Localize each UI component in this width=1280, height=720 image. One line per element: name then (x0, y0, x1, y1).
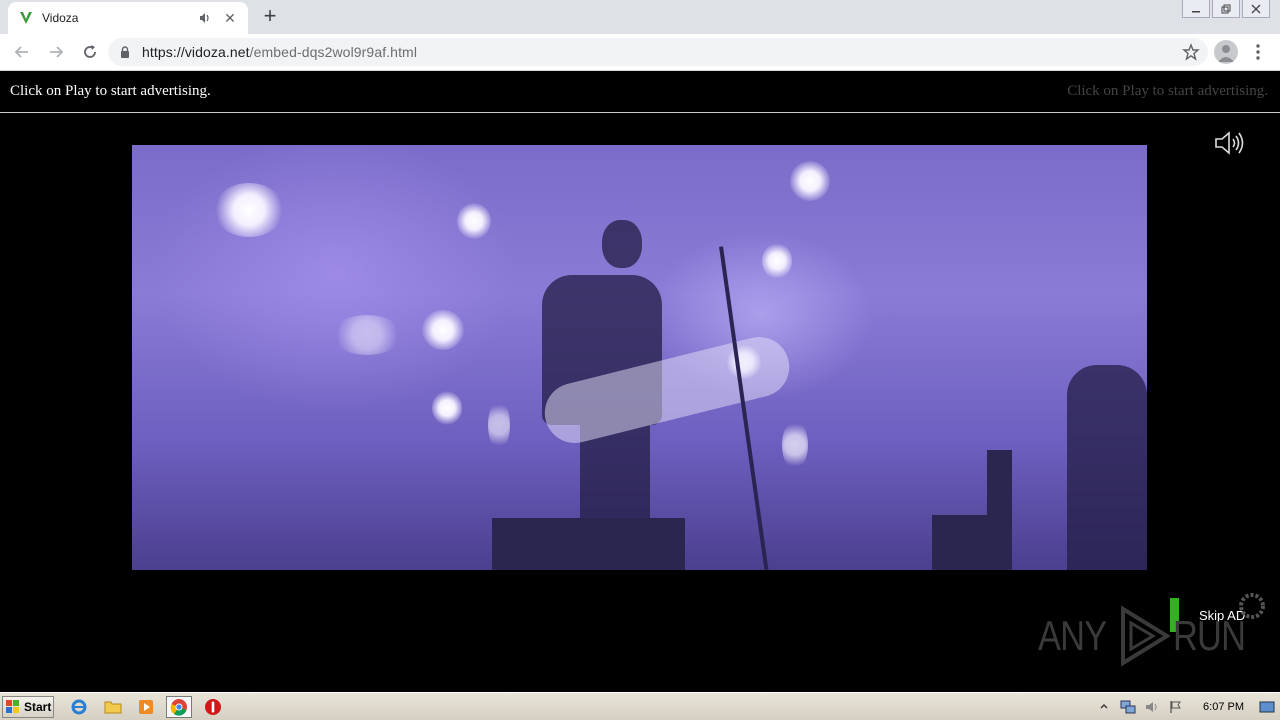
ad-bar: Click on Play to start advertising. Clic… (0, 72, 1280, 113)
browser-toolbar: https://vidoza.net/embed-dqs2wol9r9af.ht… (0, 34, 1280, 71)
close-window-button[interactable] (1242, 0, 1270, 18)
media-player-icon (139, 700, 153, 714)
close-icon (1251, 4, 1261, 13)
restore-icon (1221, 4, 1231, 13)
stage-light (488, 400, 510, 450)
ad-message-right: Click on Play to start advertising. (1067, 83, 1268, 99)
ad-message-left: Click on Play to start advertising. (10, 83, 211, 99)
performer-silhouette (602, 220, 642, 268)
chrome-taskbar-button[interactable] (166, 696, 192, 718)
url-text: https://vidoza.net/embed-dqs2wol9r9af.ht… (142, 44, 417, 60)
person-icon (1218, 45, 1234, 62)
opera-taskbar-button[interactable] (200, 696, 226, 718)
tab-audio-icon[interactable] (198, 11, 212, 25)
watermark-right: RUN (1173, 612, 1246, 659)
reload-button[interactable] (74, 36, 106, 68)
stage-light (457, 203, 491, 239)
windows-logo-icon (6, 700, 19, 713)
explorer-taskbar-button[interactable] (100, 696, 126, 718)
lock-icon (121, 46, 129, 58)
clock[interactable]: 6:07 PM (1203, 701, 1244, 713)
arrow-right-icon (50, 46, 64, 58)
internet-explorer-icon (71, 699, 87, 715)
volume-icon[interactable] (1214, 130, 1246, 156)
folder-icon (104, 701, 122, 714)
restore-button[interactable] (1212, 0, 1240, 18)
network-icon[interactable] (1119, 698, 1137, 716)
stop-icon (205, 699, 221, 715)
performer-silhouette (1067, 365, 1147, 570)
performer-silhouette (580, 425, 650, 525)
action-center-flag-icon[interactable] (1167, 698, 1185, 716)
ie-taskbar-button[interactable] (66, 696, 92, 718)
mic-stand (719, 246, 769, 570)
vidoza-favicon-icon (20, 12, 32, 24)
chrome-icon (170, 699, 187, 716)
stage-light (332, 315, 402, 355)
stage-light (782, 420, 808, 470)
taskbar: Start 6:07 PM (0, 692, 1280, 720)
new-tab-button[interactable]: + (258, 5, 282, 28)
forward-button[interactable] (40, 36, 72, 68)
show-hidden-icons-icon[interactable] (1095, 698, 1113, 716)
bookmark-star-icon[interactable] (1182, 43, 1200, 61)
stage-speaker (932, 515, 1002, 570)
watermark-left: ANY (1038, 612, 1107, 659)
tab-close-icon[interactable]: ✕ (222, 10, 238, 26)
stage-light (790, 161, 830, 201)
back-button[interactable] (6, 36, 38, 68)
menu-dots-icon[interactable] (1250, 42, 1266, 62)
tab-title: Vidoza (42, 11, 79, 25)
stage-monitor (492, 518, 685, 570)
stage-light (432, 391, 462, 425)
media-player-taskbar-button[interactable] (133, 696, 159, 718)
minimize-button[interactable] (1182, 0, 1210, 18)
window-controls (1180, 0, 1270, 18)
speaker-icon[interactable] (1143, 698, 1161, 716)
stage-light (422, 310, 464, 350)
page-content: Click on Play to start advertising. Clic… (0, 72, 1280, 692)
profile-avatar[interactable] (1214, 40, 1238, 64)
stage-light (762, 243, 792, 279)
start-button[interactable]: Start (2, 696, 54, 718)
url-path: /embed-dqs2wol9r9af.html (249, 44, 418, 60)
start-label: Start (24, 700, 52, 714)
browser-tab[interactable]: Vidoza ✕ (8, 2, 248, 34)
url-host: https://vidoza.net (142, 44, 250, 60)
video-player[interactable] (132, 145, 1147, 570)
arrow-left-icon (14, 46, 28, 58)
stage-light (214, 183, 284, 237)
play-logo-icon (1121, 605, 1172, 667)
anyrun-watermark: ANY RUN (1038, 605, 1261, 667)
address-bar[interactable]: https://vidoza.net/embed-dqs2wol9r9af.ht… (108, 38, 1208, 66)
minimize-icon (1192, 10, 1200, 12)
reload-icon (84, 45, 96, 58)
tab-strip: Vidoza ✕ + (0, 0, 1280, 34)
system-tray: 6:07 PM (1089, 695, 1280, 719)
show-desktop-icon[interactable] (1258, 698, 1276, 716)
